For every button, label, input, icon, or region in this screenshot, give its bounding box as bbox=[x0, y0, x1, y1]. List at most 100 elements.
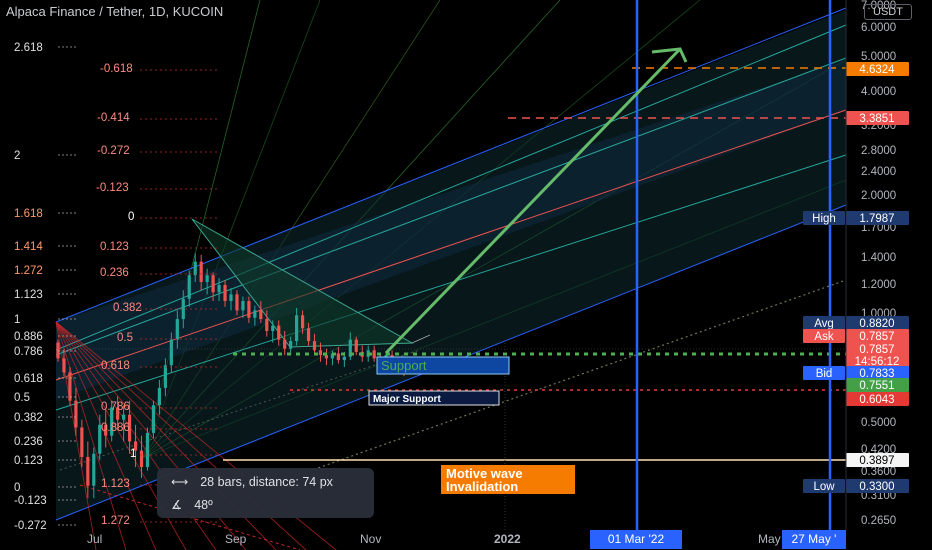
candle-body bbox=[163, 365, 167, 388]
y-axis-tick: 2.8000 bbox=[861, 145, 896, 157]
candle-body bbox=[229, 294, 233, 302]
price-label-value: 0.3897 bbox=[859, 455, 894, 467]
fib-red-label: 0.786 bbox=[101, 401, 130, 413]
candle-body bbox=[283, 339, 287, 349]
candle-body bbox=[277, 325, 281, 340]
candle-body bbox=[199, 261, 203, 282]
fib-red-label: 1.272 bbox=[101, 515, 130, 527]
y-axis-tick: 6.0000 bbox=[861, 22, 896, 34]
price-label-name: Bid bbox=[816, 368, 833, 380]
price-label-name: Avg bbox=[814, 318, 834, 330]
price-label-value: 0.6043 bbox=[859, 394, 894, 406]
y-axis-tick: 2.0000 bbox=[861, 190, 896, 202]
candle-body bbox=[259, 310, 263, 320]
price-label-value: 1.7987 bbox=[859, 213, 894, 225]
y-axis-tick: 0.2650 bbox=[861, 515, 896, 527]
fib-red-label: 1.123 bbox=[101, 478, 130, 490]
vertical-marker-label: 01 Mar '22 bbox=[608, 532, 665, 546]
currency-button[interactable]: USDT bbox=[864, 4, 912, 20]
candle-body bbox=[324, 355, 329, 359]
fib-level-label: 0.123 bbox=[14, 455, 43, 467]
candle-body bbox=[354, 339, 358, 352]
candle-body bbox=[74, 400, 78, 428]
candle-body bbox=[145, 432, 150, 468]
measure-angle-text: 48º bbox=[194, 497, 213, 512]
fib-red-label: 0 bbox=[128, 211, 134, 223]
price-label-value: 0.7857 bbox=[859, 331, 894, 343]
candle-body bbox=[295, 315, 299, 342]
measure-tooltip: ⟷ 28 bars, distance: 74 px ∡ 48º bbox=[157, 468, 374, 518]
fib-level-label: -0.272 bbox=[14, 520, 47, 532]
price-label-value: 0.7551 bbox=[859, 380, 894, 392]
candle-body bbox=[211, 275, 215, 293]
fib-level-label: 0.786 bbox=[14, 346, 43, 358]
y-axis-tick: 0.5000 bbox=[861, 417, 896, 429]
y-axis-tick: 5.0000 bbox=[861, 51, 896, 63]
candle-body bbox=[187, 275, 191, 299]
fib-red-label: -0.618 bbox=[100, 63, 133, 75]
candle-body bbox=[271, 325, 275, 332]
candle-body bbox=[300, 315, 305, 329]
candle-body bbox=[80, 427, 84, 457]
price-label-name: High bbox=[812, 213, 836, 225]
x-axis-tick: Nov bbox=[360, 532, 381, 546]
candle-body bbox=[169, 339, 173, 366]
fib-red-label: 0.382 bbox=[113, 302, 142, 314]
price-label-value: 3.3851 bbox=[859, 113, 894, 125]
candle-body bbox=[151, 405, 156, 433]
candle-body bbox=[157, 387, 162, 406]
candle-body bbox=[306, 328, 311, 342]
candle-body bbox=[318, 350, 323, 356]
fib-level-label: 2.618 bbox=[14, 42, 43, 54]
fib-level-label: 0.382 bbox=[14, 412, 43, 424]
candle-body bbox=[241, 301, 245, 311]
candle-body bbox=[68, 372, 72, 401]
candle-body bbox=[62, 358, 66, 373]
price-label-name: Low bbox=[813, 481, 835, 493]
candle-body bbox=[139, 450, 144, 468]
fib-red-label: 0.618 bbox=[101, 360, 130, 372]
fib-level-label: 1.414 bbox=[14, 241, 43, 253]
measure-bars-text: 28 bars, distance: 74 px bbox=[200, 475, 333, 489]
support-note-text: Support bbox=[381, 358, 427, 373]
candle-body bbox=[342, 356, 346, 361]
y-axis-tick: 2.4000 bbox=[861, 166, 896, 178]
fib-level-label: 0 bbox=[14, 482, 20, 494]
candle-body bbox=[175, 319, 179, 340]
fib-red-label: 0.123 bbox=[100, 241, 129, 253]
candle-body bbox=[122, 414, 126, 420]
price-chart[interactable]: 2.618 2 1.618 1.414 1.272 1.123 1 0.886 0.786 0.6… bbox=[0, 0, 932, 550]
major-support-text: Major Support bbox=[373, 394, 441, 405]
candle-body bbox=[92, 453, 96, 486]
candle-body bbox=[181, 298, 185, 320]
candle-body bbox=[247, 301, 251, 318]
fib-level-label: 1.272 bbox=[14, 265, 43, 277]
candle-body bbox=[372, 350, 376, 359]
fib-level-label: 1.123 bbox=[14, 289, 43, 301]
x-axis-tick: May bbox=[758, 532, 781, 546]
candle-body bbox=[289, 341, 293, 349]
fib-red-label: 1 bbox=[130, 448, 136, 460]
y-axis-tick: 1.4000 bbox=[861, 252, 896, 264]
fib-red-label: -0.272 bbox=[97, 145, 130, 157]
fib-level-label: 1 bbox=[14, 314, 20, 326]
fib-level-label: 0.236 bbox=[14, 436, 43, 448]
price-label-name: Ask bbox=[814, 331, 833, 343]
candle-body bbox=[193, 261, 197, 276]
y-axis-tick: 0.3600 bbox=[861, 466, 896, 478]
angle-icon: ∡ bbox=[171, 498, 183, 512]
price-label-value: 0.3300 bbox=[859, 481, 894, 493]
price-label-value: 0.8820 bbox=[859, 318, 894, 330]
candle-body bbox=[253, 310, 257, 318]
fib-level-label: -0.123 bbox=[14, 495, 47, 507]
fib-red-label: 0.5 bbox=[117, 332, 133, 344]
y-axis-tick: 1.2000 bbox=[861, 279, 896, 291]
fib-level-label: 2 bbox=[14, 150, 20, 162]
x-axis-tick: Sep bbox=[225, 532, 247, 546]
candle-body bbox=[86, 456, 90, 486]
x-axis-tick: 2022 bbox=[494, 532, 521, 546]
price-label-value: 4.6324 bbox=[859, 64, 895, 76]
candle-body bbox=[223, 284, 227, 302]
candle-body bbox=[205, 275, 209, 282]
fib-level-label: 0.5 bbox=[14, 392, 30, 404]
